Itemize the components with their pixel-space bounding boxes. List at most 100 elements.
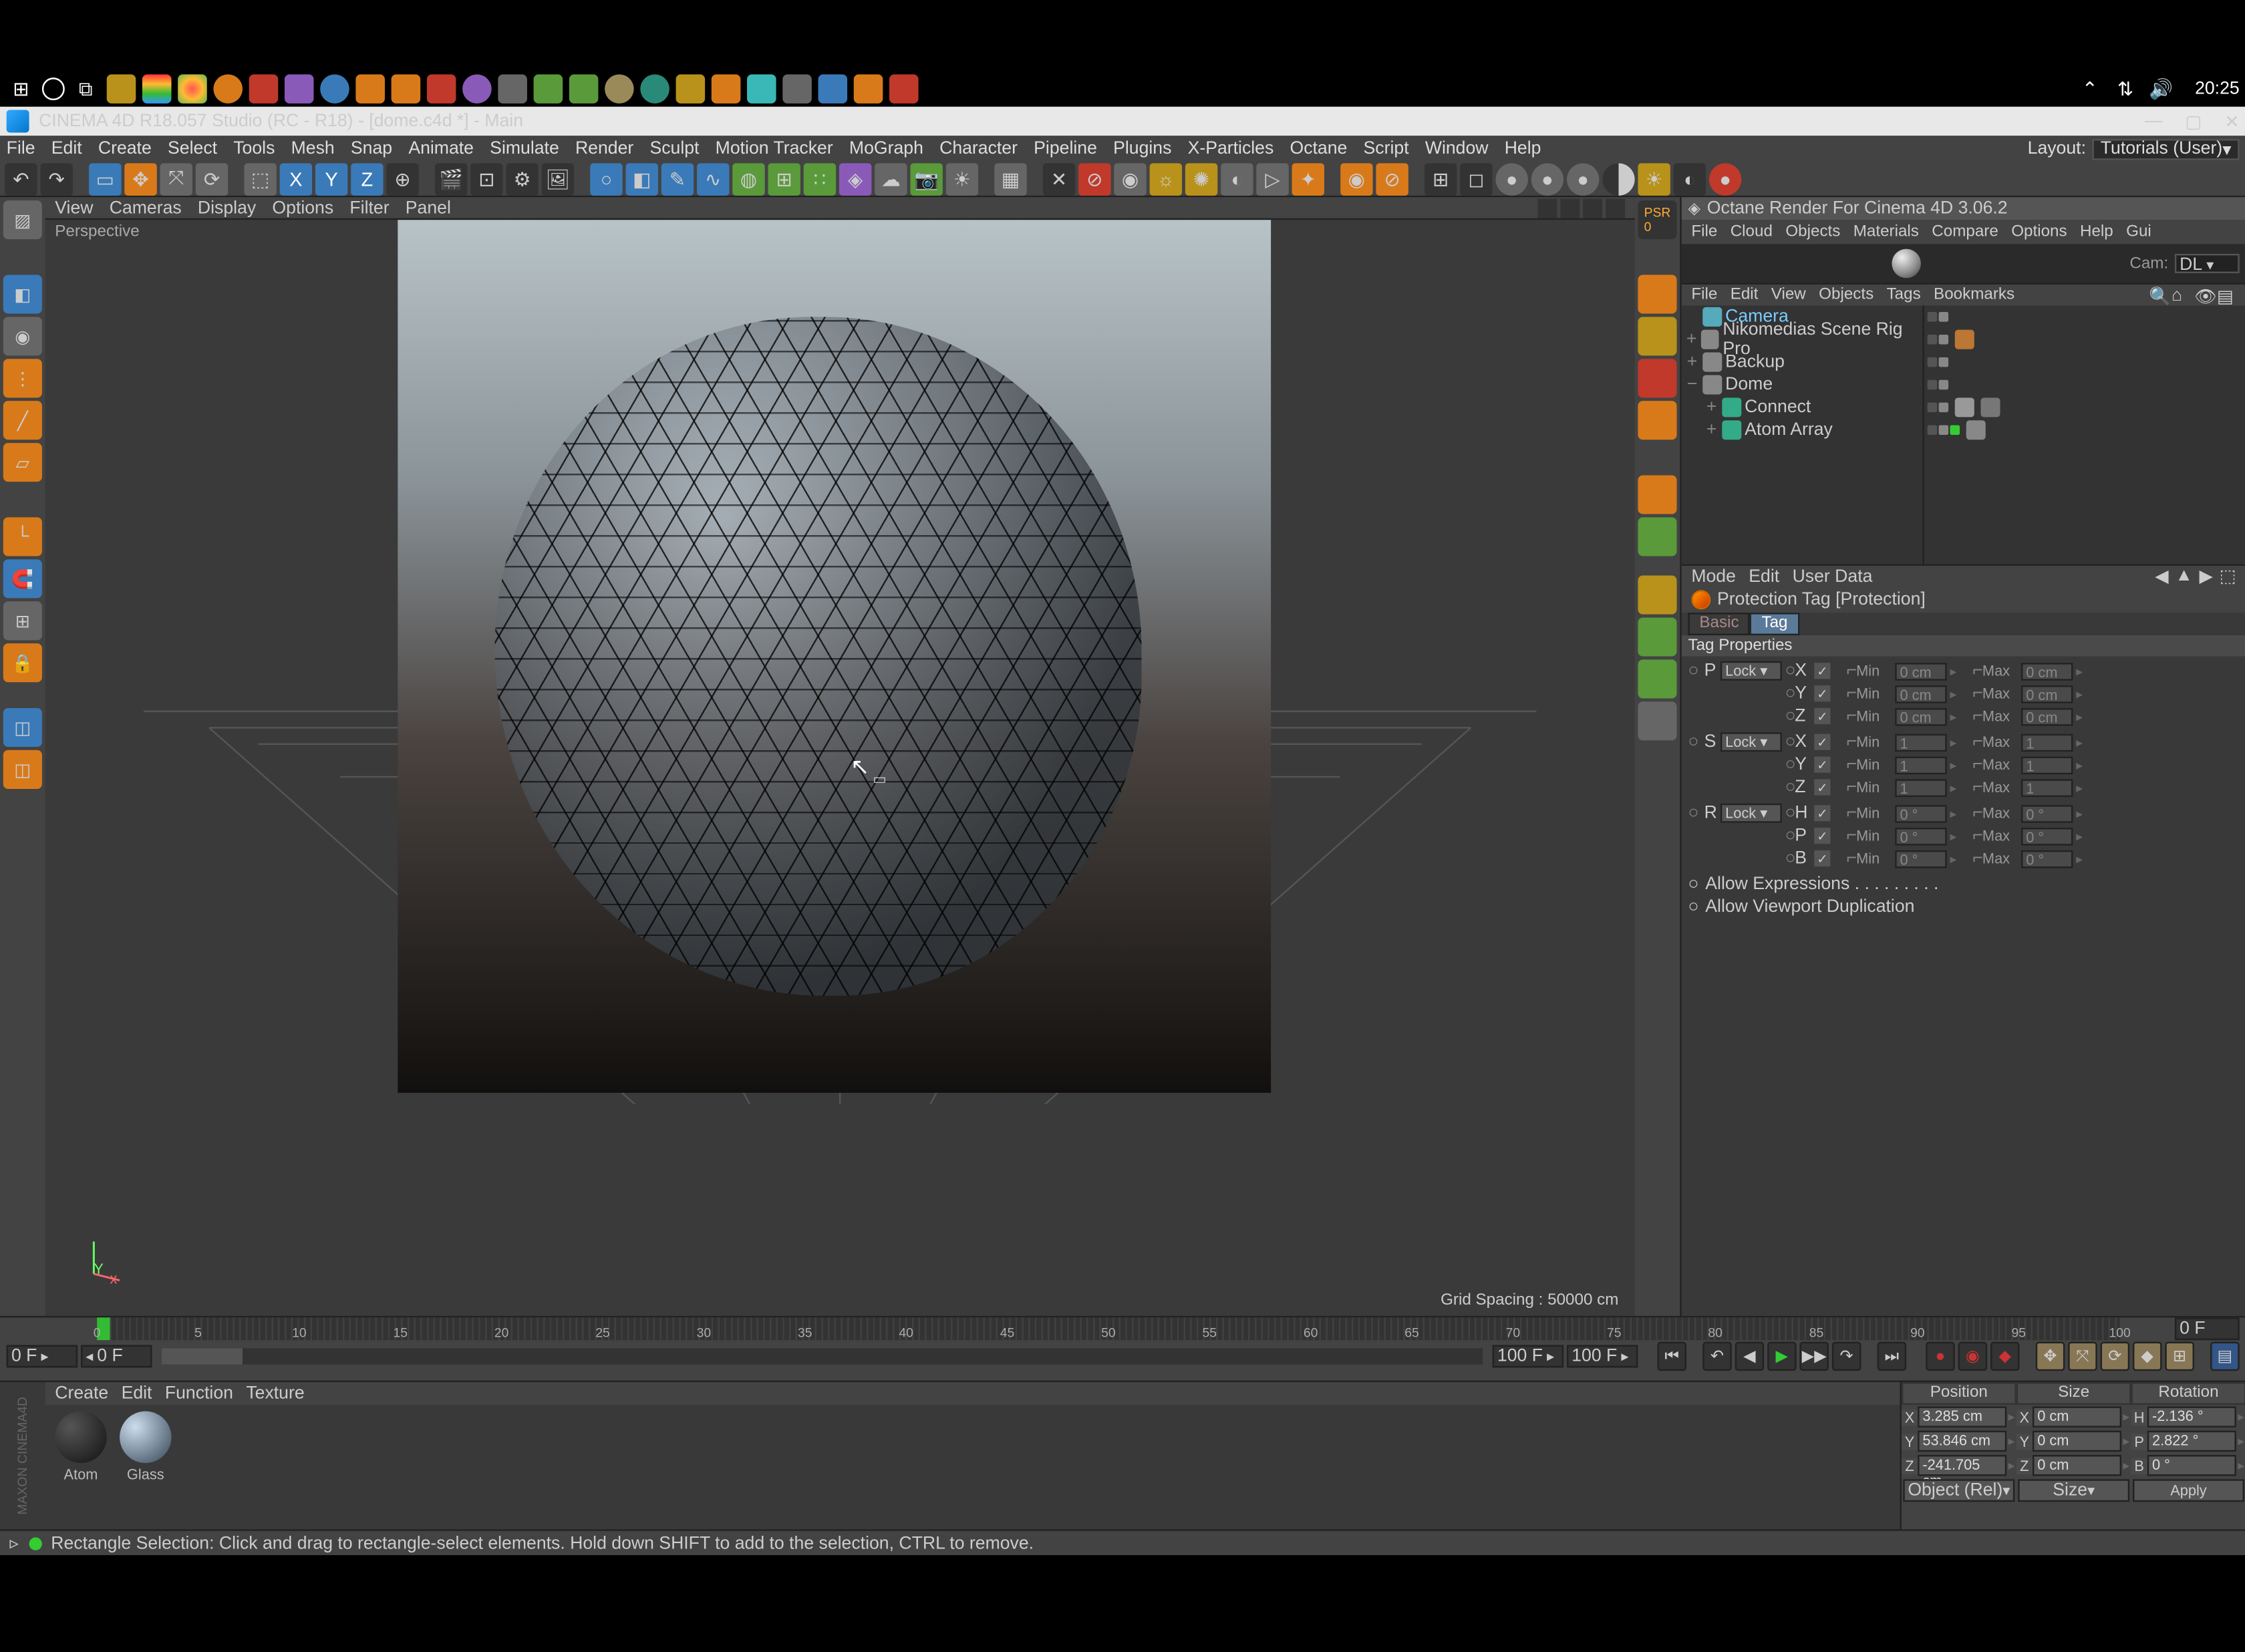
nav-up-icon[interactable]: ▲ xyxy=(2175,566,2192,587)
last-tool-icon[interactable]: ⬚ xyxy=(244,162,276,194)
camera-icon[interactable]: 📷 xyxy=(910,162,942,194)
menu-octane[interactable]: Octane xyxy=(1290,139,1348,158)
max-field[interactable]: 0 cm xyxy=(2021,685,2073,703)
max-field[interactable]: 1 xyxy=(2021,733,2073,751)
menu-help[interactable]: Help xyxy=(1505,139,1541,158)
axis-checkbox[interactable]: ✓ xyxy=(1814,663,1830,679)
redo-icon[interactable]: ↷ xyxy=(41,162,73,194)
menu-mograph[interactable]: MoGraph xyxy=(849,139,923,158)
sun-icon[interactable]: ☀ xyxy=(1638,162,1670,194)
size-field[interactable]: 0 cm xyxy=(2033,1431,2121,1452)
app-icon[interactable] xyxy=(355,74,385,104)
menu-create[interactable]: Create xyxy=(98,139,152,158)
ball1-icon[interactable]: ● xyxy=(1496,162,1528,194)
vp-nav-icon[interactable] xyxy=(1537,198,1557,217)
max-field[interactable]: 1 xyxy=(2021,778,2073,796)
app-icon[interactable] xyxy=(285,74,314,104)
rot-field[interactable]: 0 ° xyxy=(2147,1455,2236,1476)
range-start-field[interactable]: ◂ 0 F xyxy=(81,1345,152,1367)
scale-tool-icon[interactable]: ⤧ xyxy=(160,162,192,194)
palette-icon[interactable] xyxy=(1638,401,1676,440)
octane-menu-cloud[interactable]: Cloud xyxy=(1731,223,1773,241)
grid-icon[interactable]: ⊞ xyxy=(1425,162,1457,194)
objmenu-view[interactable]: View xyxy=(1771,286,1806,304)
pos-field[interactable]: 53.846 cm xyxy=(1918,1431,2006,1452)
primitive-null-icon[interactable]: ○ xyxy=(590,162,622,194)
tool-icon[interactable]: ▦ xyxy=(994,162,1026,194)
menu-plugins[interactable]: Plugins xyxy=(1113,139,1171,158)
matmenu-texture[interactable]: Texture xyxy=(246,1384,304,1403)
palette-icon[interactable] xyxy=(1638,475,1676,514)
halfball-icon[interactable] xyxy=(1602,162,1634,194)
menu-animate[interactable]: Animate xyxy=(408,139,474,158)
nav-next-icon[interactable]: ▶ xyxy=(2200,566,2213,587)
apply-button[interactable]: Apply xyxy=(2133,1479,2244,1502)
goto-end-button[interactable]: ⏭ xyxy=(1878,1342,1907,1371)
select-tool-icon[interactable]: ▭ xyxy=(89,162,121,194)
min-field[interactable]: 1 xyxy=(1895,778,1946,796)
object-tags[interactable] xyxy=(1924,305,2245,328)
matmenu-create[interactable]: Create xyxy=(55,1384,108,1403)
menu-tools[interactable]: Tools xyxy=(233,139,275,158)
app-icon[interactable] xyxy=(640,74,669,104)
vp-nav-icon[interactable] xyxy=(1583,198,1602,217)
viewmenu-options[interactable]: Options xyxy=(272,198,333,217)
matmenu-function[interactable]: Function xyxy=(165,1384,233,1403)
min-field[interactable]: 0 ° xyxy=(1895,850,1946,868)
next-frame-button[interactable]: ▶▶ xyxy=(1799,1342,1829,1371)
max-field[interactable]: 0 cm xyxy=(2021,707,2073,725)
xp-system-icon[interactable]: ◉ xyxy=(1114,162,1146,194)
spline-icon[interactable]: ∿ xyxy=(697,162,729,194)
menu-simulate[interactable]: Simulate xyxy=(490,139,559,158)
menu-pipeline[interactable]: Pipeline xyxy=(1034,139,1097,158)
app-icon[interactable] xyxy=(249,74,279,104)
app-icon[interactable] xyxy=(889,74,919,104)
model-mode-icon[interactable]: ◧ xyxy=(3,275,42,313)
rot-field[interactable]: -2.136 ° xyxy=(2147,1406,2236,1427)
app-icon[interactable] xyxy=(213,74,243,104)
poly-mode-icon[interactable]: ▱ xyxy=(3,443,42,482)
tray-volume-icon[interactable]: 🔊 xyxy=(2146,74,2176,104)
object-tags[interactable] xyxy=(1924,351,2245,373)
environment-icon[interactable]: ☁ xyxy=(875,162,907,194)
spline-pen-icon[interactable]: ✎ xyxy=(661,162,694,194)
viewport-solo2-icon[interactable]: ◫ xyxy=(3,750,42,789)
primitive-cube-icon[interactable]: ◧ xyxy=(626,162,658,194)
viewmenu-panel[interactable]: Panel xyxy=(406,198,451,217)
max-field[interactable]: 1 xyxy=(2021,756,2073,774)
object-row[interactable]: +Nikomedias Scene Rig Pro xyxy=(1682,328,1923,351)
z-axis-icon[interactable]: Z xyxy=(351,162,383,194)
octane-menu-help[interactable]: Help xyxy=(2080,223,2113,241)
close-button[interactable]: ✕ xyxy=(2224,111,2239,132)
eye-icon[interactable]: 👁 xyxy=(2194,285,2214,305)
object-tags[interactable] xyxy=(1924,328,2245,351)
xp-group-icon[interactable]: ◐ xyxy=(1221,162,1253,194)
move-tool-icon[interactable]: ✥ xyxy=(124,162,156,194)
tray-chevron-icon[interactable]: ⌃ xyxy=(2075,74,2105,104)
app-icon[interactable] xyxy=(392,74,421,104)
key-rot-button[interactable]: ⟳ xyxy=(2101,1342,2130,1371)
octane-menu-options[interactable]: Options xyxy=(2011,223,2067,241)
size-mode-select[interactable]: Size ▾ xyxy=(2018,1479,2129,1502)
light-icon[interactable]: ☀ xyxy=(946,162,978,194)
axis-checkbox[interactable]: ✓ xyxy=(1814,805,1830,821)
octane-menu-compare[interactable]: Compare xyxy=(1932,223,1998,241)
rot-field[interactable]: 2.822 ° xyxy=(2147,1431,2236,1452)
xp-gen-icon[interactable]: ✺ xyxy=(1185,162,1217,194)
app-icon[interactable] xyxy=(712,74,741,104)
keyframe-sel-button[interactable]: ◆ xyxy=(1990,1342,2020,1371)
timeline-ruler[interactable]: 0510152025303540455055606570758085909510… xyxy=(97,1317,2119,1340)
min-field[interactable]: 1 xyxy=(1895,733,1946,751)
viewmenu-display[interactable]: Display xyxy=(198,198,256,217)
lock-select[interactable]: Lock ▾ xyxy=(1720,732,1782,752)
layout-icon[interactable]: ▤ xyxy=(2217,285,2236,305)
app-icon[interactable] xyxy=(534,74,563,104)
key-param-button[interactable]: ◆ xyxy=(2133,1342,2162,1371)
start-icon[interactable]: ⊞ xyxy=(7,74,36,104)
objmenu-objects[interactable]: Objects xyxy=(1819,286,1874,304)
autokey-button[interactable]: ◉ xyxy=(1958,1342,1988,1371)
x-axis-icon[interactable]: X xyxy=(280,162,312,194)
lock-select[interactable]: Lock ▾ xyxy=(1720,661,1782,681)
menu-window[interactable]: Window xyxy=(1425,139,1489,158)
axis-checkbox[interactable]: ✓ xyxy=(1814,685,1830,701)
